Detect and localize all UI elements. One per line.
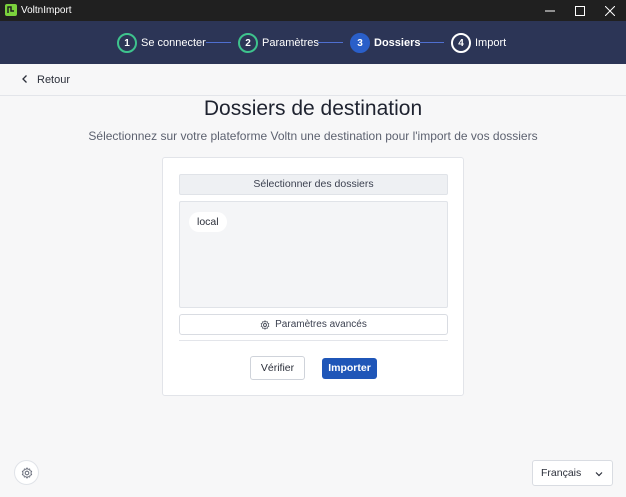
advanced-settings-button[interactable]: Paramètres avancés bbox=[179, 314, 448, 335]
page-subtitle: Sélectionnez sur votre plateforme Voltn … bbox=[88, 129, 538, 143]
settings-button[interactable] bbox=[14, 460, 39, 485]
folder-selection-card: Sélectionner des dossiers local Paramètr… bbox=[162, 157, 464, 396]
step-2-indicator: 2 bbox=[238, 33, 258, 53]
app-logo-icon bbox=[5, 4, 17, 16]
step-connector bbox=[420, 42, 444, 43]
back-label[interactable]: Retour bbox=[37, 74, 70, 86]
maximize-icon bbox=[575, 5, 585, 16]
language-value: Français bbox=[541, 467, 582, 479]
step-3-label: Dossiers bbox=[374, 37, 421, 49]
window-title: VoltnImport bbox=[21, 5, 72, 16]
gear-icon bbox=[260, 319, 270, 330]
select-folders-header: Sélectionner des dossiers bbox=[179, 174, 448, 195]
language-select[interactable]: Français bbox=[532, 460, 613, 486]
step-4-indicator: 4 bbox=[451, 33, 471, 53]
close-icon bbox=[605, 5, 615, 16]
close-button[interactable] bbox=[593, 0, 626, 21]
verify-button[interactable]: Vérifier bbox=[250, 356, 305, 380]
page-title: Dossiers de destination bbox=[203, 97, 423, 120]
folder-item-local[interactable]: local bbox=[189, 212, 227, 232]
maximize-button[interactable] bbox=[563, 0, 597, 21]
minimize-icon bbox=[545, 10, 555, 11]
minimize-button[interactable] bbox=[533, 0, 567, 21]
advanced-settings-label: Paramètres avancés bbox=[275, 319, 367, 330]
gear-icon bbox=[21, 466, 32, 479]
window-titlebar: VoltnImport bbox=[0, 0, 626, 21]
progress-stepper: 1 Se connecter 2 Paramètres 3 Dossiers 4… bbox=[0, 21, 626, 64]
import-button[interactable]: Importer bbox=[322, 358, 377, 379]
step-1-label: Se connecter bbox=[141, 37, 206, 49]
step-connector bbox=[206, 42, 231, 43]
folders-list[interactable]: local bbox=[179, 201, 448, 308]
step-connector bbox=[318, 42, 343, 43]
chevron-left-icon bbox=[22, 75, 27, 83]
step-2-label: Paramètres bbox=[262, 37, 319, 49]
step-1-indicator: 1 bbox=[117, 33, 137, 53]
step-3-indicator: 3 bbox=[350, 33, 370, 53]
chevron-down-icon bbox=[595, 472, 603, 477]
back-bar: Retour bbox=[0, 64, 626, 96]
step-4-label: Import bbox=[475, 37, 507, 49]
divider bbox=[179, 340, 448, 341]
